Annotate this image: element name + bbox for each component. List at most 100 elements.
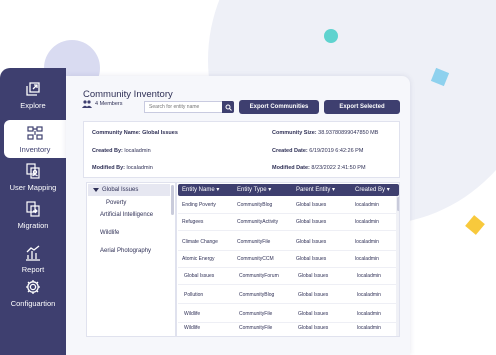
created-by-label: Created By: bbox=[92, 148, 123, 154]
column-header-label: Parent Entity bbox=[296, 187, 331, 193]
created-date-value: 6/19/2019 6:42:26 PM bbox=[309, 148, 364, 154]
tree-item-wildlife[interactable]: Wildlife bbox=[100, 230, 119, 236]
sidebar-item-label: Migration bbox=[17, 221, 49, 230]
report-icon bbox=[26, 245, 40, 261]
tree-item-aerial-photography[interactable]: Aerial Photography bbox=[100, 248, 151, 254]
modified-date-label: Modified Date: bbox=[272, 165, 310, 171]
table-row[interactable]: Wildlife CommunityFile Global Issues loc… bbox=[178, 320, 397, 336]
cell-parent-entity: Global Issues bbox=[296, 239, 327, 245]
tree-item-poverty[interactable]: Poverty bbox=[106, 200, 126, 206]
community-size-value: 38.93780899047850 MB bbox=[318, 130, 379, 136]
modified-date: Modified Date: 8/23/2022 2:41:50 PM bbox=[272, 165, 366, 171]
modified-date-value: 8/23/2022 2:41:50 PM bbox=[311, 165, 366, 171]
column-header-entity-type[interactable]: Entity Type ▾ bbox=[237, 184, 271, 196]
inventory-icon bbox=[27, 126, 43, 140]
table-row[interactable]: Refugees CommunityActivity Global Issues… bbox=[178, 214, 397, 231]
cell-entity-type: CommunityFile bbox=[237, 239, 271, 245]
sidebar-item-configuration[interactable]: Configuartion bbox=[0, 278, 66, 308]
community-name: Community Name: Global Issues bbox=[92, 130, 178, 136]
caret-down-icon: ▾ bbox=[216, 187, 220, 193]
cell-parent-entity: Global Issues bbox=[296, 202, 327, 208]
sidebar-item-label: Explore bbox=[20, 101, 46, 110]
modified-by-value: localadmin bbox=[126, 165, 153, 171]
sidebar-item-label: Configuartion bbox=[10, 299, 56, 308]
cell-created-by: localadmin bbox=[357, 273, 381, 279]
cell-entity-type: CommunityFile bbox=[239, 325, 273, 331]
search-button[interactable] bbox=[222, 101, 234, 113]
tree-item-artificial-intelligence[interactable]: Artificial Intelligence bbox=[100, 212, 153, 218]
decorative-square-yellow bbox=[465, 215, 485, 235]
members-label: 4 Members bbox=[95, 101, 123, 107]
created-date: Created Date: 6/19/2019 6:42:26 PM bbox=[272, 148, 363, 154]
sidebar-item-migration[interactable]: Migration bbox=[0, 200, 66, 230]
created-date-label: Created Date: bbox=[272, 148, 308, 154]
explore-icon bbox=[26, 82, 40, 96]
cell-parent-entity: Global Issues bbox=[296, 256, 327, 262]
created-by: Created By: localadmin bbox=[92, 148, 151, 154]
table-scrollbar-track[interactable] bbox=[396, 196, 399, 336]
community-details: Community Name: Global Issues Created By… bbox=[83, 121, 400, 178]
cell-entity-name: Atomic Energy bbox=[182, 256, 215, 262]
cell-entity-name: Global Issues bbox=[184, 273, 215, 279]
modified-by-label: Modified By: bbox=[92, 165, 125, 171]
table-row[interactable]: Climate Change CommunityFile Global Issu… bbox=[178, 234, 397, 251]
table-scrollbar-thumb[interactable] bbox=[397, 197, 399, 211]
caret-down-icon: ▾ bbox=[332, 187, 336, 193]
user-mapping-icon bbox=[26, 163, 40, 179]
column-header-entity-name[interactable]: Entity Name ▾ bbox=[182, 184, 219, 196]
sidebar: Explore Inventory User Mapping Migration… bbox=[0, 68, 66, 355]
sidebar-item-label: Report bbox=[21, 265, 45, 274]
migration-icon bbox=[26, 201, 40, 217]
tree-scrollbar[interactable] bbox=[171, 185, 174, 215]
sidebar-item-inventory[interactable]: Inventory bbox=[4, 120, 66, 158]
table-row[interactable]: Atomic Energy CommunityCCM Global Issues… bbox=[178, 251, 397, 268]
cell-parent-entity: Global Issues bbox=[296, 219, 327, 225]
page-title: Community Inventory bbox=[83, 89, 173, 100]
column-header-label: Entity Type bbox=[237, 187, 267, 193]
cell-entity-name: Climate Change bbox=[182, 239, 218, 245]
table-row[interactable]: Pollution CommunityBlog Global Issues lo… bbox=[178, 287, 397, 304]
community-size: Community Size: 38.93780899047850 MB bbox=[272, 130, 378, 136]
cell-entity-type: CommunityActivity bbox=[237, 219, 279, 225]
column-header-label: Created By bbox=[355, 187, 386, 193]
entity-table: Entity Name ▾ Entity Type ▾ Parent Entit… bbox=[176, 182, 400, 337]
table-header: Entity Name ▾ Entity Type ▾ Parent Entit… bbox=[178, 184, 399, 196]
sidebar-item-explore[interactable]: Explore bbox=[0, 80, 66, 110]
export-communities-button[interactable]: Export Communities bbox=[239, 100, 319, 114]
users-icon bbox=[82, 100, 92, 108]
search-input[interactable] bbox=[144, 101, 222, 113]
cell-created-by: localadmin bbox=[357, 325, 381, 331]
sidebar-item-user-mapping[interactable]: User Mapping bbox=[0, 162, 66, 192]
caret-down-icon: ▾ bbox=[268, 187, 272, 193]
cell-entity-name: Pollution bbox=[184, 292, 204, 298]
cell-created-by: localadmin bbox=[355, 202, 379, 208]
cell-created-by: localadmin bbox=[355, 239, 379, 245]
table-row[interactable]: Global Issues CommunityForum Global Issu… bbox=[178, 268, 397, 285]
gear-icon bbox=[26, 280, 40, 294]
table-row[interactable]: Ending Poverty CommunityBlog Global Issu… bbox=[178, 197, 397, 214]
search-icon bbox=[225, 104, 232, 111]
main-panel: Community Inventory 4 Members Export Com… bbox=[66, 76, 410, 355]
cell-created-by: localadmin bbox=[355, 219, 379, 225]
cell-entity-type: CommunityCCM bbox=[237, 256, 274, 262]
created-by-value: localadmin bbox=[124, 148, 151, 154]
cell-entity-name: Wildlife bbox=[184, 325, 201, 331]
community-size-label: Community Size: bbox=[272, 130, 317, 136]
cell-parent-entity: Global Issues bbox=[298, 292, 329, 298]
sidebar-item-label: Inventory bbox=[19, 145, 51, 154]
column-header-parent-entity[interactable]: Parent Entity ▾ bbox=[296, 184, 335, 196]
column-header-label: Entity Name bbox=[182, 187, 215, 193]
tree-root-label: Global Issues bbox=[102, 187, 139, 193]
sidebar-item-report[interactable]: Report bbox=[0, 244, 66, 274]
community-name-label: Community Name: bbox=[92, 130, 141, 136]
export-selected-button[interactable]: Export Selected bbox=[324, 100, 400, 114]
tree-root-item[interactable]: Global Issues bbox=[88, 184, 170, 196]
cell-entity-name: Ending Poverty bbox=[182, 202, 216, 208]
cell-entity-type: CommunityBlog bbox=[237, 202, 273, 208]
cell-parent-entity: Global Issues bbox=[298, 325, 329, 331]
caret-down-icon: ▾ bbox=[386, 187, 390, 193]
sidebar-item-label: User Mapping bbox=[9, 183, 57, 192]
column-header-created-by[interactable]: Created By ▾ bbox=[355, 184, 390, 196]
cell-created-by: localadmin bbox=[357, 292, 381, 298]
cell-entity-name: Refugees bbox=[182, 219, 204, 225]
